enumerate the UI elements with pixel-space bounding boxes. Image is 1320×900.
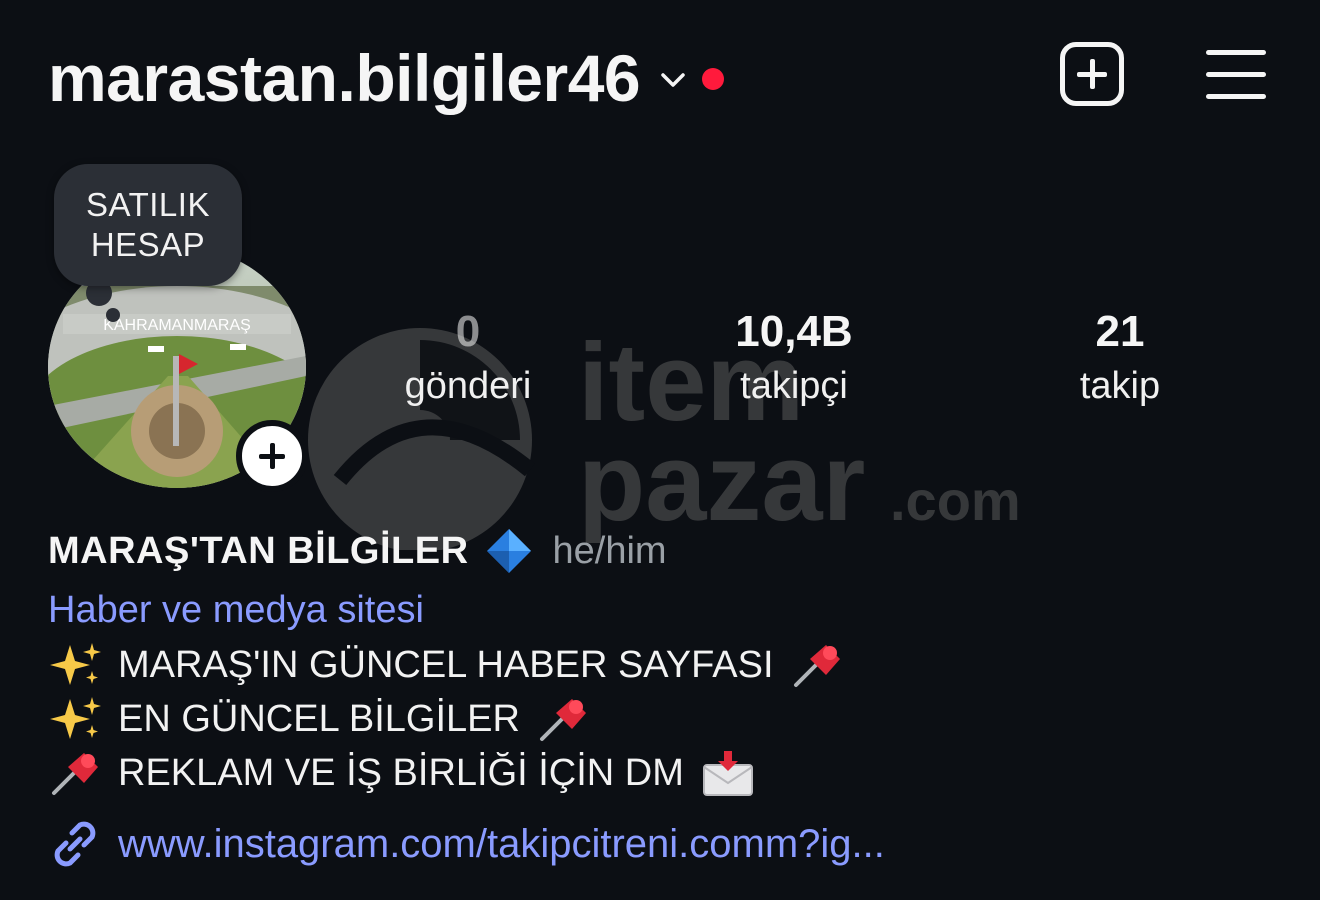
name-line: MARAŞ'TAN BİLGİLER he/him (48, 524, 1280, 578)
avatar-city-text: KAHRAMANMARAŞ (103, 317, 251, 334)
profile-page: marastan.bilgiler46 KAHRAMANMARAŞ SATILI… (0, 0, 1320, 900)
followers-label: takipçi (740, 365, 848, 407)
bio-link-text[interactable]: www.instagram.com/takipcitreni.comm?ig..… (118, 822, 885, 867)
following-label: takip (1079, 365, 1161, 407)
pushpin-icon (52, 753, 98, 795)
bio-text-1: MARAŞ'IN GÜNCEL HABER SAYFASI (118, 644, 774, 686)
add-post-icon[interactable] (1060, 42, 1124, 106)
posts-label: gönderi (404, 365, 532, 407)
followers-count: 10,4B (735, 307, 853, 356)
sparkles-icon (50, 697, 101, 739)
bio-line-3: REKLAM VE İŞ BİRLİĞİ İÇİN DM (48, 746, 1280, 800)
profile-bio: MARAŞ'TAN BİLGİLER he/him Haber ve medya… (48, 524, 1280, 874)
link-icon (54, 821, 96, 867)
pushpin-icon (793, 645, 840, 687)
bio-line-2: EN GÜNCEL BİLGİLER (48, 692, 1280, 746)
envelope-with-arrow-icon (702, 751, 753, 796)
bio-text-2: EN GÜNCEL BİLGİLER (118, 698, 520, 740)
stat-posts[interactable]: 0 gönderi (358, 306, 578, 414)
bio-text-3: REKLAM VE İŞ BİRLİĞİ İÇİN DM (118, 752, 684, 794)
account-switcher[interactable]: marastan.bilgiler46 (48, 38, 725, 118)
chevron-down-icon[interactable] (658, 65, 688, 95)
note-bubble-tail-small (106, 308, 120, 322)
blue-diamond-icon (486, 529, 531, 573)
posts-count: 0 (455, 307, 481, 356)
profile-header: marastan.bilgiler46 (48, 38, 1280, 118)
stat-following[interactable]: 21 takip (1010, 306, 1230, 414)
full-name: MARAŞ'TAN BİLGİLER (48, 529, 469, 572)
stat-followers[interactable]: 10,4B takipçi (684, 306, 904, 414)
hamburger-menu-icon[interactable] (1206, 50, 1266, 100)
bio-link[interactable]: www.instagram.com/takipcitreni.comm?ig..… (48, 814, 1280, 874)
pushpin-icon (539, 699, 586, 741)
pronouns: he/him (552, 529, 667, 572)
bio-line-1: MARAŞ'IN GÜNCEL HABER SAYFASI (48, 638, 1280, 692)
notification-dot (702, 68, 725, 90)
following-count: 21 (1095, 307, 1145, 356)
add-story-icon[interactable] (236, 420, 308, 492)
profile-note-bubble[interactable]: SATILIK HESAP (54, 164, 242, 286)
category-label[interactable]: Haber ve medya sitesi (48, 582, 1280, 638)
watermark-suffix: .com (890, 469, 1021, 532)
sparkles-icon (50, 643, 101, 685)
note-line-1: SATILIK (86, 186, 210, 223)
note-line-2: HESAP (90, 226, 206, 263)
username[interactable]: marastan.bilgiler46 (48, 38, 641, 118)
